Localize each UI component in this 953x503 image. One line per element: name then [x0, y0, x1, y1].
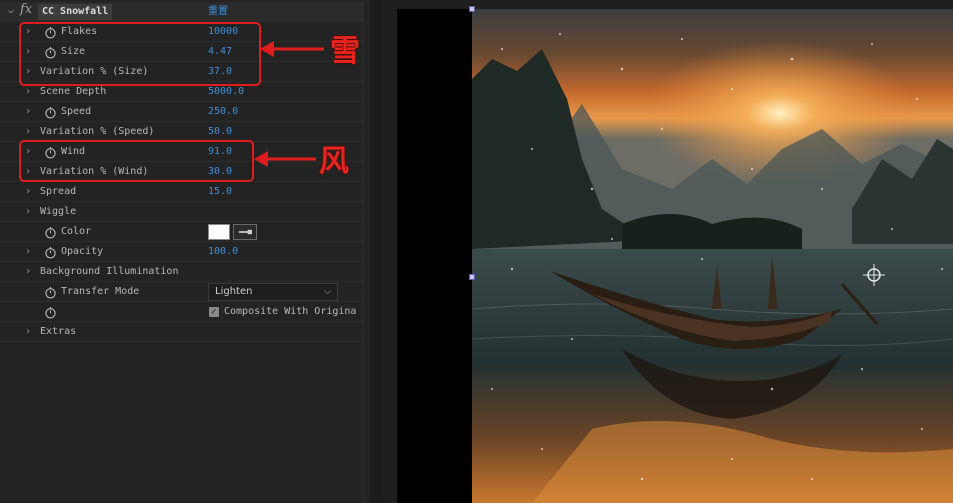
chevron-right-icon[interactable]: › [25, 186, 35, 198]
wind-arrow [254, 151, 316, 167]
mid-left-handle[interactable] [469, 274, 475, 280]
lake-boat-scene [472, 9, 953, 503]
property-row-spread[interactable]: › Spread 15.0 [0, 182, 364, 202]
effect-header: ⌵ fx CC Snowfall 重置 [0, 2, 364, 22]
effect-name[interactable]: CC Snowfall [38, 4, 113, 20]
property-row-background-illumination[interactable]: › Background Illumination [0, 262, 364, 282]
stopwatch-icon[interactable] [44, 226, 57, 239]
eyedropper-icon[interactable] [233, 224, 257, 240]
chevron-right-icon[interactable]: › [25, 266, 35, 278]
anchor-point-icon[interactable] [861, 262, 887, 288]
property-label: Scene Depth [40, 86, 107, 97]
collapse-chevron-icon[interactable]: ⌵ [8, 5, 18, 17]
stopwatch-icon[interactable] [44, 286, 57, 299]
property-label: Extras [40, 326, 77, 337]
chevron-right-icon[interactable]: › [25, 326, 35, 338]
chevron-right-icon[interactable]: › [25, 206, 35, 218]
property-label: Spread [40, 186, 77, 197]
chevron-right-icon[interactable]: › [25, 86, 35, 98]
chevron-down-icon: ⌵ [324, 287, 331, 297]
chevron-right-icon[interactable]: › [25, 246, 35, 258]
composite-label: Composite With Origina [224, 306, 357, 317]
transfer-mode-value: Lighten [215, 286, 253, 297]
wind-callout-box [19, 140, 254, 182]
property-row-opacity[interactable]: › Opacity 100.0 [0, 242, 364, 262]
snow-arrow [260, 41, 324, 57]
fx-icon[interactable]: fx [20, 2, 36, 20]
effect-controls-panel: ⌵ fx CC Snowfall 重置 › Flakes 10000 › Size 4.4… [0, 0, 370, 503]
property-label: Speed [61, 106, 92, 117]
snow-callout-box [19, 22, 261, 86]
property-row-speed[interactable]: › Speed 250.0 [0, 102, 364, 122]
property-value[interactable]: 5000.0 [208, 86, 244, 98]
property-label: Color [61, 226, 92, 237]
stopwatch-icon[interactable] [44, 106, 57, 119]
property-row-extras[interactable]: › Extras [0, 322, 364, 342]
property-label: Opacity [61, 246, 104, 257]
property-value[interactable]: 250.0 [208, 106, 238, 118]
composition-black-area [397, 9, 472, 503]
chevron-right-icon[interactable]: › [25, 126, 35, 138]
property-value[interactable]: 15.0 [208, 186, 232, 198]
wind-annotation-label: 风 [319, 144, 349, 179]
property-label: Background Illumination [40, 266, 179, 277]
chevron-right-icon[interactable]: › [25, 106, 35, 118]
property-row-composite[interactable]: ✓ Composite With Origina [0, 302, 364, 322]
property-row-wiggle[interactable]: › Wiggle [0, 202, 364, 222]
color-swatch[interactable] [208, 224, 230, 240]
composition-viewer[interactable] [383, 0, 953, 503]
reset-link[interactable]: 重置 [208, 5, 228, 19]
property-row-transfer-mode[interactable]: Transfer Mode Lighten ⌵ [0, 282, 364, 302]
composite-checkbox[interactable]: ✓ [209, 307, 219, 317]
property-value[interactable]: 50.0 [208, 126, 232, 138]
property-label: Transfer Mode [61, 286, 140, 297]
transfer-mode-select[interactable]: Lighten ⌵ [208, 283, 338, 301]
property-label: Variation % (Speed) [40, 126, 155, 137]
property-label: Wiggle [40, 206, 77, 217]
composition-image[interactable] [472, 9, 953, 503]
top-left-handle[interactable] [469, 6, 475, 12]
property-value[interactable]: 100.0 [208, 246, 238, 258]
property-row-color[interactable]: Color [0, 222, 364, 242]
snow-annotation-label: 雪 [330, 34, 360, 69]
property-row-variation-speed[interactable]: › Variation % (Speed) 50.0 [0, 122, 364, 142]
stopwatch-icon[interactable] [44, 306, 57, 319]
stopwatch-icon[interactable] [44, 246, 57, 259]
